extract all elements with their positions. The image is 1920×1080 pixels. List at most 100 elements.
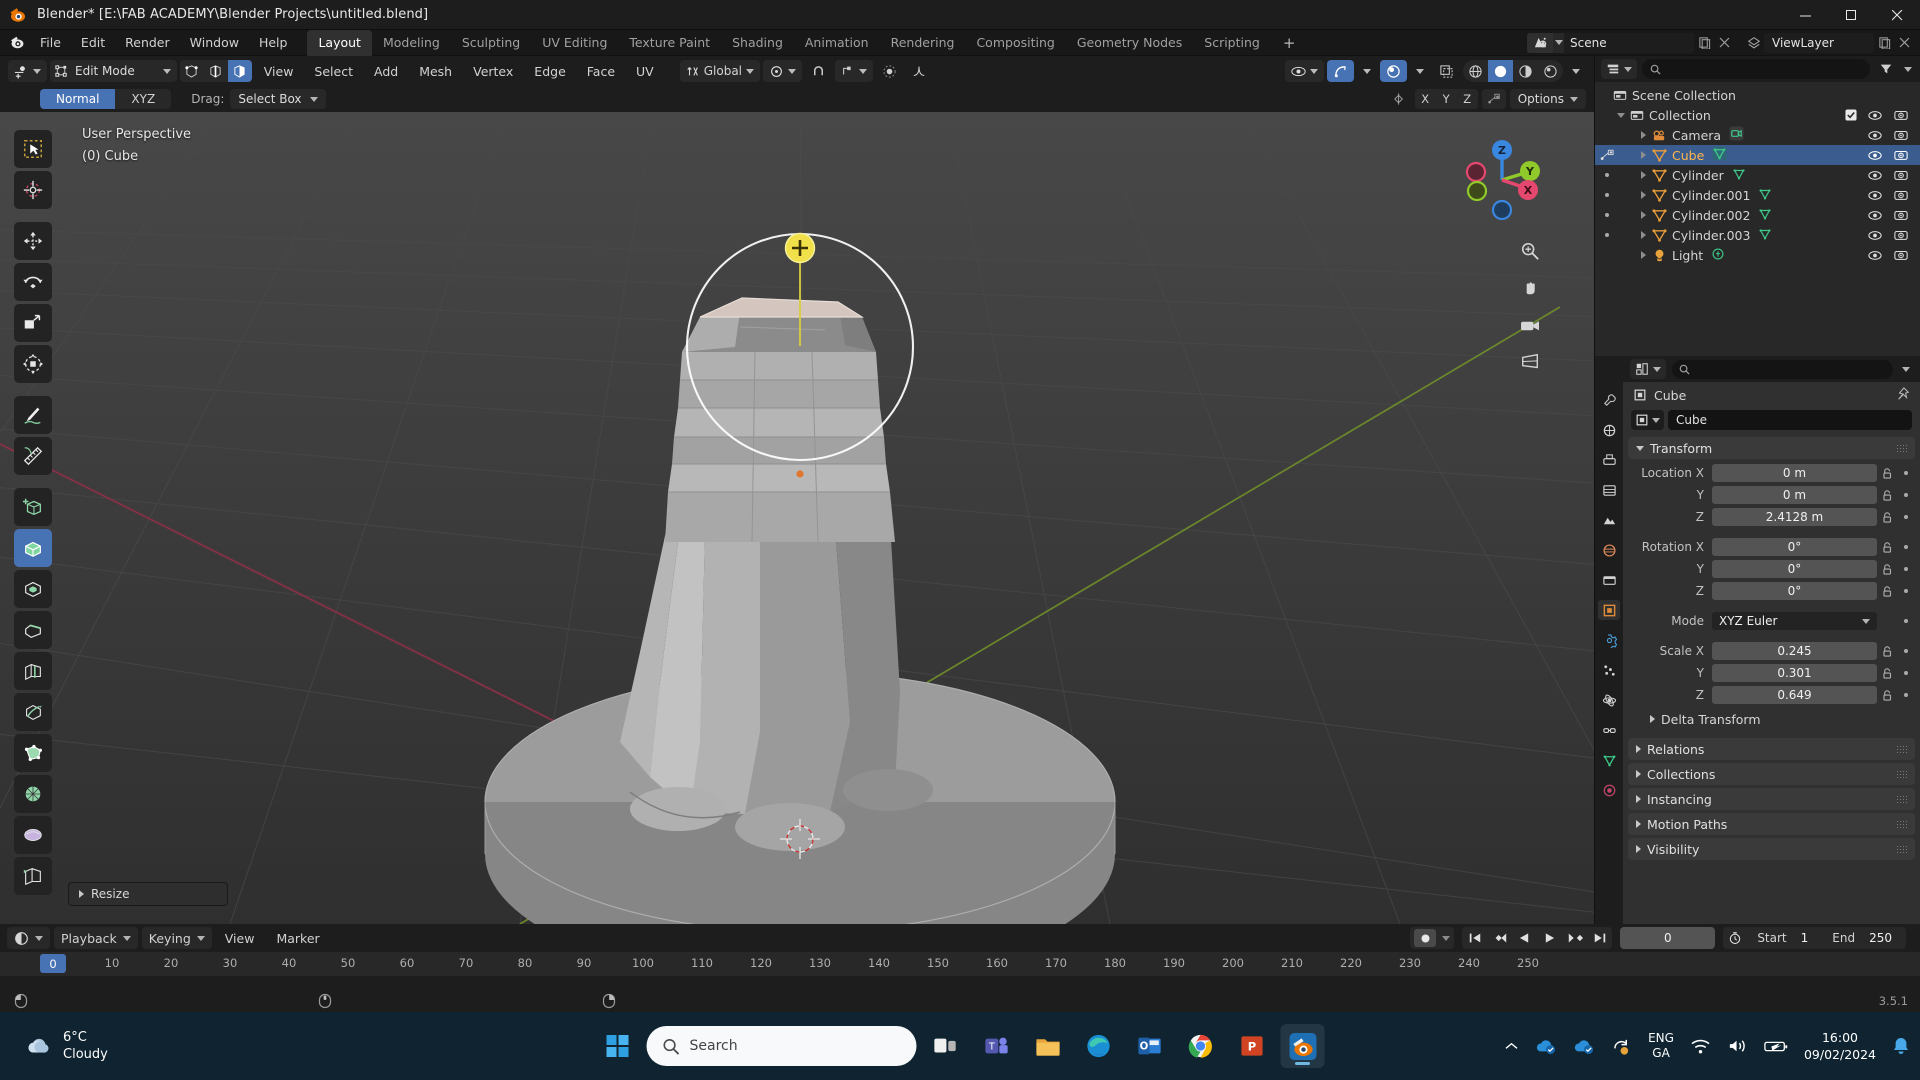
scale-tool-button[interactable] (14, 304, 52, 342)
world-tab[interactable] (1598, 540, 1620, 560)
object-browse-selector[interactable] (1631, 410, 1664, 430)
tweak-tool-button[interactable] (14, 130, 52, 168)
operator-redo-panel[interactable]: Resize (68, 882, 228, 906)
view-layer-name-field[interactable]: ViewLayer (1764, 32, 1874, 53)
remove-view-layer-icon[interactable] (1894, 33, 1914, 53)
camera-view-icon[interactable] (1516, 311, 1544, 339)
file-explorer-app[interactable] (1026, 1024, 1070, 1068)
knife-tool-button[interactable] (14, 693, 52, 731)
timeline-playhead[interactable]: 0 (40, 954, 66, 973)
start-button[interactable] (596, 1024, 640, 1068)
navigation-gizmo[interactable]: Z Y X (1456, 134, 1548, 226)
viewport-menu-select[interactable]: Select (305, 60, 362, 82)
outliner-filter-chevron-icon[interactable] (1902, 66, 1914, 72)
animate-property-icon[interactable] (1897, 515, 1915, 519)
cube-expand-icon[interactable] (1641, 151, 1646, 159)
outliner-editor-type-selector[interactable] (1601, 59, 1637, 79)
powerpoint-app[interactable]: P (1230, 1024, 1274, 1068)
panel-grip-icon[interactable] (1896, 794, 1907, 804)
outliner-row-cylinder-001[interactable]: Cylinder.001 (1595, 185, 1920, 205)
start-frame-value[interactable]: 1 (1797, 931, 1823, 945)
stopwatch-icon[interactable] (1723, 931, 1747, 945)
timeline-editor-type-selector[interactable] (7, 927, 50, 949)
animate-property-icon[interactable] (1897, 471, 1915, 475)
volume-icon[interactable] (1727, 1037, 1748, 1055)
notifications-bell-icon[interactable] (1892, 1036, 1910, 1056)
topology-mirror-icon[interactable] (1481, 89, 1506, 109)
options-dropdown[interactable]: Options (1509, 89, 1586, 109)
viewport-menu-view[interactable]: View (255, 60, 303, 82)
toggle-perspective-icon[interactable] (1516, 348, 1544, 376)
visibility-panel-header[interactable]: Visibility (1628, 838, 1915, 860)
windows-update-icon[interactable] (1611, 1037, 1632, 1056)
viewport-menu-add[interactable]: Add (365, 60, 407, 82)
workspace-tab-compositing[interactable]: Compositing (965, 30, 1065, 56)
inset-faces-tool-button[interactable] (14, 570, 52, 608)
animate-property-icon[interactable] (1897, 545, 1915, 549)
panel-grip-icon[interactable] (1896, 844, 1907, 854)
scene-selector[interactable]: Scene (1527, 32, 1694, 53)
poly-build-tool-button[interactable] (14, 734, 52, 772)
blender-app[interactable] (1280, 1024, 1325, 1068)
outliner-row-camera[interactable]: Camera (1595, 125, 1920, 145)
light-expand-icon[interactable] (1641, 251, 1646, 259)
cursor-tool-button[interactable] (14, 171, 52, 209)
eye-icon[interactable] (1866, 250, 1884, 261)
outliner-row-scene-collection[interactable]: Scene Collection (1595, 85, 1920, 105)
playback-menu[interactable]: Playback (54, 927, 138, 949)
tab-xyz[interactable]: XYZ (115, 89, 172, 109)
outliner-row-light[interactable]: Light (1595, 245, 1920, 265)
animate-property-icon[interactable] (1897, 619, 1915, 623)
weather-widget[interactable]: 6°C Cloudy (24, 1029, 108, 1063)
animate-property-icon[interactable] (1897, 567, 1915, 571)
wifi-icon[interactable] (1690, 1038, 1711, 1055)
mirror-axis-y[interactable]: Y (1435, 89, 1457, 109)
collections-panel-header[interactable]: Collections (1628, 763, 1915, 785)
eye-icon[interactable] (1866, 130, 1884, 141)
workspace-tab-animation[interactable]: Animation (794, 30, 880, 56)
cylinder-003-expand-icon[interactable] (1641, 231, 1646, 239)
motion-paths-panel-header[interactable]: Motion Paths (1628, 813, 1915, 835)
add-cube-tool-button[interactable] (14, 488, 52, 526)
outliner-row-collection[interactable]: Collection (1595, 105, 1920, 125)
constraint-tab[interactable] (1598, 720, 1620, 740)
scale-y-field[interactable]: 0.301 (1712, 664, 1877, 682)
next-keyframe-button[interactable] (1562, 927, 1587, 949)
properties-search-input[interactable] (1672, 359, 1893, 379)
transform-panel-header[interactable]: Transform (1628, 437, 1915, 459)
onedrive-work-icon[interactable] (1573, 1037, 1595, 1055)
scene-name-field[interactable]: Scene (1564, 32, 1694, 53)
timeline-menu-view[interactable]: View (216, 927, 264, 949)
render-camera-icon[interactable] (1892, 169, 1910, 181)
camera-expand-icon[interactable] (1641, 131, 1646, 139)
rotation-x-field[interactable]: 0° (1712, 538, 1877, 556)
animate-property-icon[interactable] (1897, 671, 1915, 675)
play-button[interactable] (1537, 927, 1562, 949)
collection-tab[interactable] (1598, 570, 1620, 590)
wireframe-shading-button[interactable] (1463, 60, 1488, 82)
auto-keying-group[interactable] (1410, 927, 1455, 949)
location-z-field[interactable]: 2.4128 m (1712, 508, 1877, 526)
lock-icon[interactable] (1877, 489, 1897, 502)
spin-tool-button[interactable] (14, 775, 52, 813)
menu-render[interactable]: Render (115, 32, 180, 54)
outliner-row-cube[interactable]: Cube (1595, 145, 1920, 165)
eye-icon[interactable] (1866, 210, 1884, 221)
lock-icon[interactable] (1877, 689, 1897, 702)
cylinder-002-expand-icon[interactable] (1641, 211, 1646, 219)
camera-object-data-icon[interactable] (1729, 126, 1744, 144)
properties-options-chevron-icon[interactable] (1899, 366, 1913, 372)
panel-grip-icon[interactable] (1896, 744, 1907, 754)
battery-icon[interactable] (1764, 1039, 1788, 1054)
language-indicator[interactable]: ENG GA (1648, 1031, 1674, 1061)
zoom-view-icon[interactable] (1516, 237, 1544, 265)
physics-tab[interactable] (1598, 690, 1620, 710)
overlay-options-chevron-icon[interactable] (1410, 60, 1430, 82)
solid-shading-button[interactable] (1488, 60, 1513, 82)
panel-grip-icon[interactable] (1896, 819, 1907, 829)
funnel-icon[interactable] (1875, 62, 1897, 76)
location-x-field[interactable]: 0 m (1712, 464, 1877, 482)
render-camera-icon[interactable] (1892, 129, 1910, 141)
mesh-data-icon[interactable] (1712, 146, 1727, 164)
menu-window[interactable]: Window (180, 32, 249, 54)
